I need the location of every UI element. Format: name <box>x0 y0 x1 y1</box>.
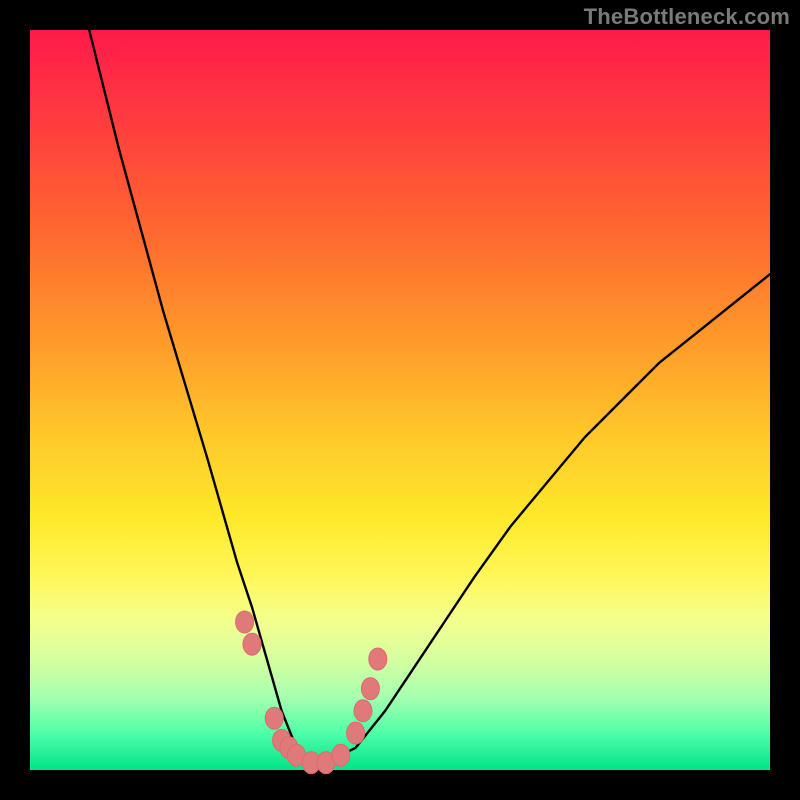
data-marker <box>243 633 261 655</box>
chart-svg <box>30 30 770 770</box>
outer-frame: TheBottleneck.com <box>0 0 800 800</box>
bottleneck-curve <box>89 30 770 763</box>
data-marker <box>347 722 365 744</box>
data-marker <box>332 744 350 766</box>
data-marker <box>354 700 372 722</box>
data-marker <box>361 678 379 700</box>
plot-area <box>30 30 770 770</box>
data-marker <box>236 611 254 633</box>
data-marker <box>369 648 387 670</box>
data-markers <box>236 611 387 774</box>
data-marker <box>265 707 283 729</box>
watermark-text: TheBottleneck.com <box>584 4 790 30</box>
